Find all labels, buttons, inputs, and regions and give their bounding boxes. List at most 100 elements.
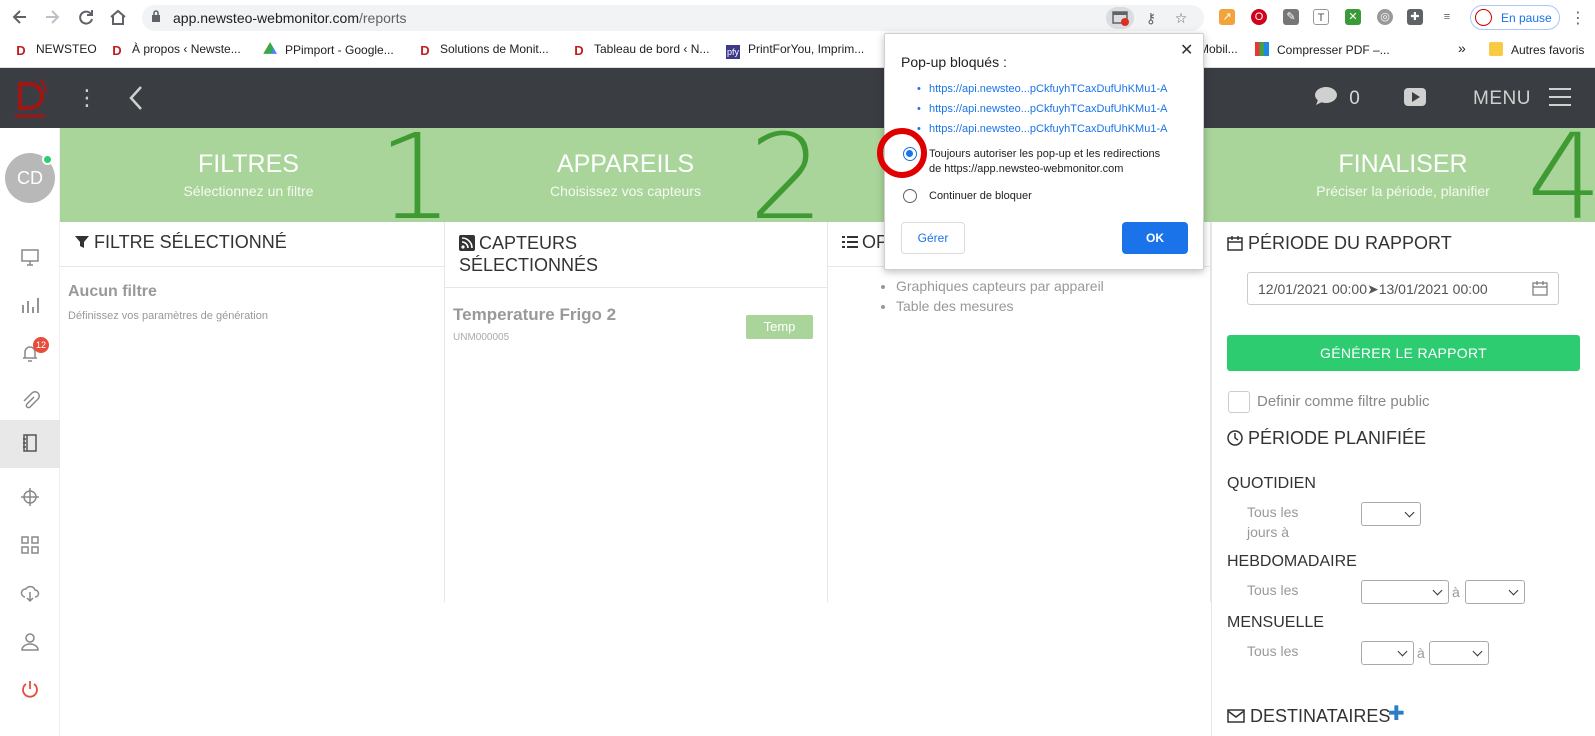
popup-blocked-icon[interactable]: [1106, 7, 1134, 29]
bell-icon[interactable]: [0, 330, 60, 376]
popup-title: Pop-up bloqués :: [901, 54, 1007, 70]
close-icon[interactable]: ✕: [1180, 40, 1193, 60]
daily-label: QUOTIDIEN: [1227, 475, 1316, 492]
bookmarks-overflow-button[interactable]: »: [1458, 40, 1466, 58]
star-icon[interactable]: ☆: [1172, 9, 1190, 27]
more-options-icon[interactable]: ⋮: [76, 86, 98, 110]
weekly-text: Tous les: [1247, 582, 1299, 598]
extension-circle-icon[interactable]: ◎: [1377, 9, 1393, 25]
sensors-panel-heading: CAPTEURS SÉLECTIONNÉS: [445, 222, 827, 288]
chevron-left-icon[interactable]: [126, 84, 146, 112]
date-range-input[interactable]: 12/01/2021 00:00➤13/01/2021 00:00: [1247, 272, 1559, 305]
report-period-heading: PÉRIODE DU RAPPORT: [1227, 233, 1452, 254]
bookmark-item[interactable]: D Tableau de bord ‹ N...: [572, 42, 709, 60]
recipients-heading: DESTINATAIRES: [1227, 706, 1390, 727]
allow-popups-label: Toujours autoriser les pop-up et les red…: [929, 148, 1161, 175]
add-recipient-plus-icon[interactable]: ✚: [1388, 704, 1405, 724]
chat-button[interactable]: 0: [1314, 86, 1360, 110]
step-filters[interactable]: FILTRES Sélectionnez un filtre 1: [60, 118, 454, 236]
back-arrow-icon[interactable]: [10, 7, 30, 27]
calendar-icon: [1227, 236, 1243, 251]
youtube-icon[interactable]: [1404, 88, 1426, 106]
profile-status-label: En pause: [1501, 11, 1552, 25]
d-logo-icon: D: [574, 43, 584, 58]
key-icon[interactable]: ⚷: [1142, 9, 1160, 27]
sensor-type-tag: Temp: [746, 315, 813, 339]
power-icon[interactable]: [0, 666, 60, 712]
daily-time-select[interactable]: [1361, 502, 1421, 526]
bookmark-item[interactable]: DÀ propos ‹ Newste...: [110, 42, 240, 60]
notification-badge: 12: [33, 337, 49, 353]
bookmarks-bar: D NEWSTEO DÀ propos ‹ Newste... PPimport …: [0, 34, 1595, 68]
filter-icon: [75, 236, 89, 248]
grid-icon[interactable]: [0, 522, 60, 568]
hamburger-menu-icon[interactable]: [1549, 88, 1571, 106]
highlight-circle: [877, 128, 927, 178]
monthly-time-select[interactable]: [1429, 641, 1489, 665]
extension-chart-icon[interactable]: ↗: [1219, 9, 1235, 25]
bookmark-item[interactable]: D NEWSTEO: [14, 42, 96, 60]
manage-button[interactable]: Gérer: [901, 222, 965, 254]
folder-icon: [1489, 42, 1503, 56]
blocked-popup-link[interactable]: https://api.newsteo...pCkfuyhTCaxDufUhKM…: [917, 123, 1167, 135]
step-banner: FILTRES Sélectionnez un filtre 1 APPAREI…: [60, 118, 1595, 236]
step-number: 4: [1527, 108, 1595, 246]
chat-bubble-icon: [1315, 87, 1337, 105]
paperclip-icon[interactable]: [0, 378, 60, 424]
puzzle-icon[interactable]: ✚: [1407, 9, 1423, 25]
profile-button[interactable]: En pause: [1470, 5, 1560, 30]
profile-avatar: [1475, 9, 1492, 26]
bookmark-item[interactable]: pfy PrintForYou, Imprim...: [726, 42, 864, 60]
extension-cross-icon[interactable]: ✕: [1345, 9, 1361, 25]
monthly-day-select[interactable]: [1361, 641, 1414, 665]
blocked-popup-link[interactable]: https://api.newsteo...pCkfuyhTCaxDufUhKM…: [917, 103, 1167, 115]
bookmark-folder[interactable]: Autres favoris: [1489, 42, 1584, 60]
options-list: Graphiques capteurs par appareil Table d…: [878, 276, 1104, 316]
newsteo-logo[interactable]: [12, 76, 50, 120]
home-icon[interactable]: [108, 7, 128, 27]
address-bar[interactable]: app.newsteo-webmonitor.com/reports ⚷ ☆: [142, 5, 1204, 31]
weekly-time-select[interactable]: [1465, 580, 1525, 604]
forward-arrow-icon[interactable]: [42, 7, 62, 27]
bar-chart-icon[interactable]: [0, 282, 60, 328]
keep-blocking-radio[interactable]: [903, 189, 917, 203]
monitor-icon[interactable]: [0, 234, 60, 280]
step-devices[interactable]: APPAREILS Choisissez vos capteurs 2: [437, 118, 824, 236]
url-text: app.newsteo-webmonitor.com/reports: [173, 10, 407, 26]
chat-count: 0: [1349, 88, 1360, 109]
weekly-day-select[interactable]: [1361, 580, 1449, 604]
bookmark-item[interactable]: Mobil...: [1199, 42, 1238, 60]
blocked-popup-link[interactable]: https://api.newsteo...pCkfuyhTCaxDufUhKM…: [917, 83, 1167, 95]
sensor-name[interactable]: Temperature Frigo 2: [453, 305, 616, 325]
clock-icon: [1227, 430, 1243, 446]
sensors-panel: CAPTEURS SÉLECTIONNÉS: [445, 222, 828, 602]
report-notebook-icon[interactable]: [0, 420, 60, 468]
reading-list-icon[interactable]: ≡: [1439, 9, 1455, 25]
monthly-text: Tous les: [1247, 643, 1299, 659]
list-item: Graphiques capteurs par appareil: [896, 276, 1104, 296]
lock-icon: [152, 10, 160, 22]
reload-icon[interactable]: [76, 7, 96, 27]
generate-report-button[interactable]: GÉNÉRER LE RAPPORT: [1227, 335, 1580, 371]
bookmark-item[interactable]: Compresser PDF –...: [1255, 42, 1390, 60]
public-filter-checkbox[interactable]: [1228, 391, 1250, 413]
browser-menu-icon[interactable]: ⋮: [1568, 8, 1588, 28]
calendar-icon[interactable]: [1532, 280, 1548, 296]
cloud-download-icon[interactable]: [0, 570, 60, 616]
popup-blocked-dialog: Pop-up bloqués : ✕ https://api.newsteo..…: [884, 33, 1204, 270]
step-finalize[interactable]: FINALISER Préciser la période, planifier…: [1211, 118, 1595, 236]
extension-eyedropper-icon[interactable]: ✎: [1283, 9, 1299, 25]
step-number: 2: [749, 108, 825, 246]
user-icon[interactable]: [0, 618, 60, 664]
ok-button[interactable]: OK: [1122, 222, 1188, 254]
colorful-grid-icon: [1255, 42, 1269, 56]
menu-label[interactable]: MENU: [1473, 88, 1531, 110]
extension-opera-icon[interactable]: O: [1251, 9, 1267, 25]
bookmark-item[interactable]: D Solutions de Monit...: [418, 42, 548, 60]
google-drive-icon: [263, 42, 277, 54]
crosshair-icon[interactable]: [0, 474, 60, 520]
bookmark-item[interactable]: PPimport - Google...: [263, 42, 394, 60]
extension-text-icon[interactable]: T: [1313, 9, 1329, 25]
at-label: à: [1452, 584, 1460, 600]
keep-blocking-label: Continuer de bloquer: [929, 190, 1032, 202]
